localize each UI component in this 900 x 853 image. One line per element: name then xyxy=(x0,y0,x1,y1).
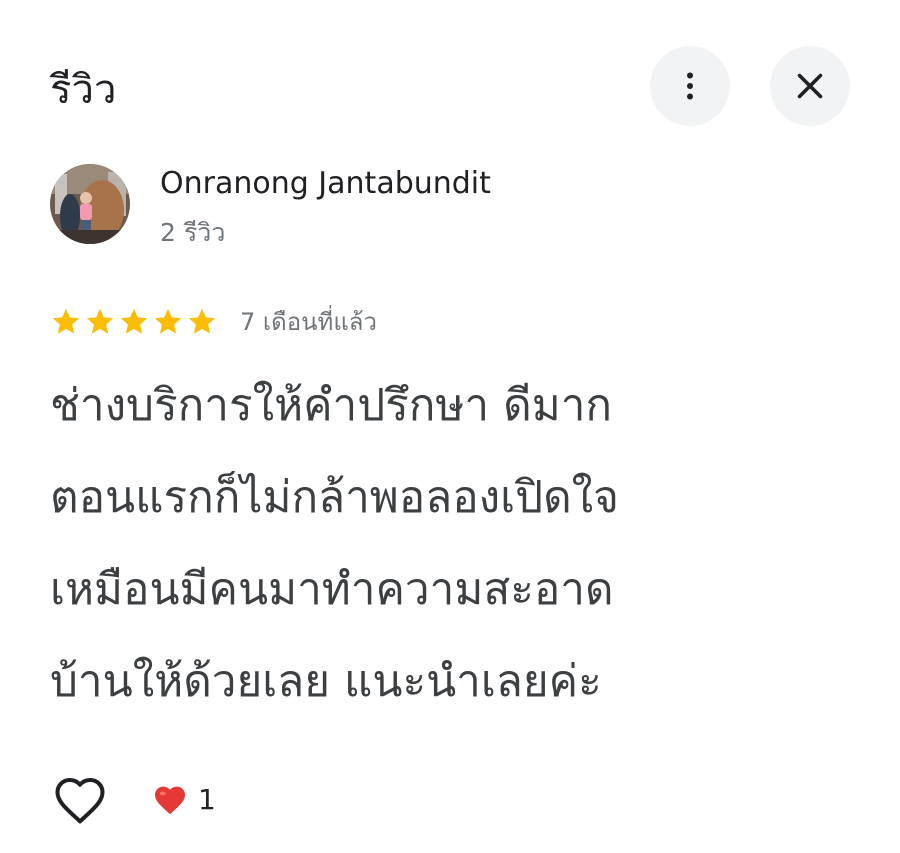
author-review-count: 2 รีวิว xyxy=(160,218,226,247)
like-button[interactable] xyxy=(50,772,110,828)
avatar-photo xyxy=(50,164,130,244)
more-vert-icon xyxy=(687,72,693,100)
star-icon xyxy=(154,308,182,334)
star-icon xyxy=(120,308,148,334)
star-icon xyxy=(86,308,114,334)
reaction-count: 1 xyxy=(198,783,216,816)
page-title: รีวิว xyxy=(50,67,117,113)
author-name[interactable]: Onranong Jantabundit xyxy=(160,164,491,204)
heart-outline-icon xyxy=(55,777,105,824)
close-icon xyxy=(797,73,823,99)
review-date: 7 เดือนที่แล้ว xyxy=(240,308,377,336)
avatar[interactable] xyxy=(50,164,130,244)
star-icon xyxy=(188,308,216,334)
star-icon xyxy=(52,308,80,334)
more-options-button[interactable] xyxy=(650,46,730,126)
close-button[interactable] xyxy=(770,46,850,126)
review-text: ช่างบริการให้คำปรึกษา ดีมาก ตอนแรกก็ไม่ก… xyxy=(50,380,619,707)
star-rating xyxy=(50,304,218,340)
red-heart-icon xyxy=(155,786,185,815)
reaction-summary[interactable]: 1 xyxy=(152,780,216,820)
